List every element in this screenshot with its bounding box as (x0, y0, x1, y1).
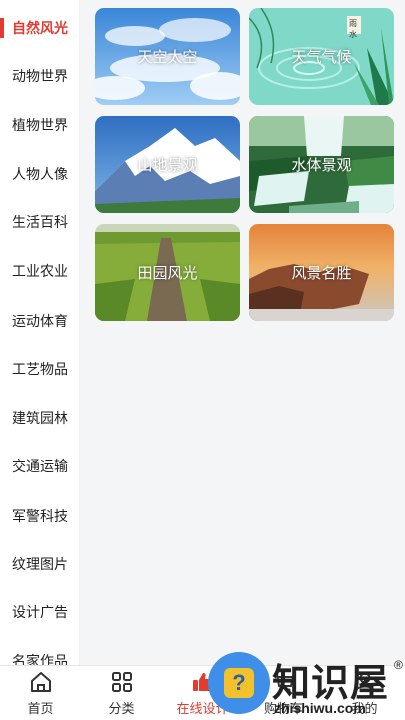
sidebar-item-people[interactable]: 人物人像 (0, 154, 79, 194)
question-icon: ? (224, 668, 254, 698)
sidebar-item-natural-scenery[interactable]: 自然风光 (0, 8, 79, 48)
sidebar-item-label: 交通运输 (12, 458, 68, 474)
sidebar-item-label: 工艺物品 (12, 361, 68, 377)
sidebar-item-label: 名家作品 (12, 653, 68, 665)
sidebar-item-label: 生活百科 (12, 214, 68, 230)
category-card-sky[interactable]: 天空太空 (95, 8, 240, 105)
card-label: 田园风光 (137, 265, 198, 282)
sidebar-item-crafts[interactable]: 工艺物品 (0, 349, 79, 389)
sidebar-item-label: 运动体育 (12, 313, 68, 329)
sidebar-item-label: 设计广告 (12, 604, 68, 620)
grid-icon (111, 672, 132, 692)
watermark-title: 知识屋 (272, 663, 390, 705)
sidebar-item-label: 军警科技 (12, 508, 68, 524)
card-label: 天空太空 (137, 49, 198, 66)
category-card-mountain[interactable]: 山地景观 (95, 116, 240, 213)
tab-home[interactable]: 首页 (0, 666, 81, 720)
sidebar-item-label: 植物世界 (12, 117, 68, 133)
sidebar-item-life[interactable]: 生活百科 (0, 202, 79, 242)
watermark-url: zhishiwu.com (274, 700, 366, 716)
sidebar-item-sports[interactable]: 运动体育 (0, 301, 79, 341)
sidebar-item-textures[interactable]: 纹理图片 (0, 544, 79, 584)
sidebar-item-animals[interactable]: 动物世界 (0, 56, 79, 96)
sidebar-item-military[interactable]: 军警科技 (0, 496, 79, 536)
sidebar-item-architecture[interactable]: 建筑园林 (0, 398, 79, 438)
tab-label: 分类 (108, 701, 135, 716)
sidebar-item-transport[interactable]: 交通运输 (0, 446, 79, 486)
sidebar-item-label: 人物人像 (12, 166, 68, 182)
card-label: 风景名胜 (291, 265, 352, 282)
sidebar-item-masterpieces[interactable]: 名家作品 (0, 641, 79, 665)
category-card-waterfall[interactable]: 水体景观 (249, 116, 394, 213)
category-card-weather[interactable]: 雨水 天气气候 (249, 8, 394, 105)
category-card-scenic-spots[interactable]: 风景名胜 (249, 224, 394, 321)
sidebar-item-label: 建筑园林 (12, 410, 68, 426)
sidebar-item-label: 自然风光 (12, 20, 68, 36)
site-watermark: ? 知识屋 ® zhishiwu.com (208, 650, 405, 720)
sidebar-item-design[interactable]: 设计广告 (0, 592, 79, 632)
registered-mark: ® (394, 658, 403, 672)
sidebar-item-label: 动物世界 (12, 68, 68, 84)
sidebar-item-label: 纹理图片 (12, 556, 68, 572)
sidebar-item-industry[interactable]: 工业农业 (0, 251, 79, 291)
tab-label: 首页 (27, 701, 54, 716)
sidebar-item-label: 工业农业 (12, 263, 68, 279)
category-grid: 天空太空 雨水 天气气候 山地景观 水体景观 田园风光 风景名胜 (80, 0, 405, 665)
card-label: 水体景观 (291, 157, 352, 174)
watermark-logo: ? (208, 652, 270, 714)
card-label: 山地景观 (137, 157, 198, 174)
tab-category[interactable]: 分类 (81, 666, 162, 720)
card-label: 天气气候 (291, 49, 352, 66)
sidebar-item-plants[interactable]: 植物世界 (0, 105, 79, 145)
category-card-countryside[interactable]: 田园风光 (95, 224, 240, 321)
category-sidebar: 自然风光 动物世界 植物世界 人物人像 生活百科 工业农业 运动体育 工艺物品 … (0, 0, 80, 665)
home-icon (30, 672, 51, 692)
weather-stamp: 雨水 (349, 19, 357, 39)
